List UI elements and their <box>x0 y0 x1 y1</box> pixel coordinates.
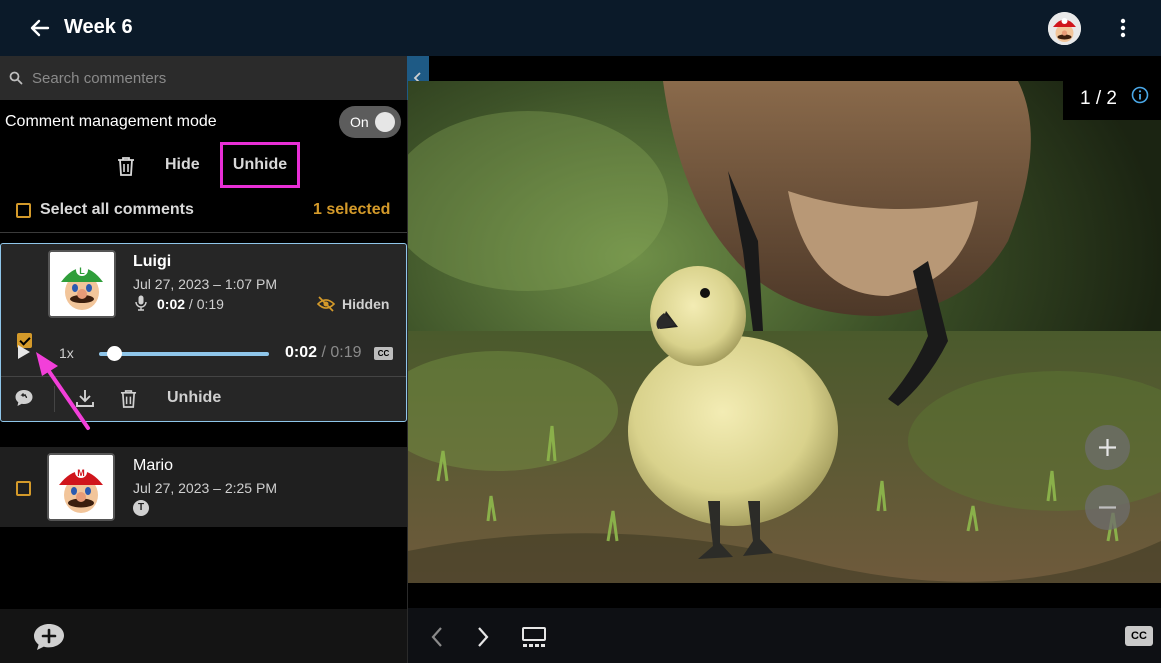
search-input[interactable] <box>32 64 392 92</box>
search-icon <box>9 71 23 85</box>
hide-button[interactable]: Hide <box>165 156 200 174</box>
comment-date: Jul 27, 2023 – 2:25 PM <box>133 480 277 496</box>
zoom-out-button[interactable] <box>1085 485 1130 530</box>
unhide-button[interactable]: Unhide <box>220 142 300 188</box>
player-time: 0:02 / 0:19 <box>285 344 362 361</box>
kebab-icon[interactable] <box>1114 16 1132 40</box>
card-divider <box>1 376 406 377</box>
panel-footer <box>0 609 407 663</box>
commenter-name: Luigi <box>133 253 172 270</box>
info-icon[interactable] <box>1131 86 1149 104</box>
unhide-comment-button[interactable]: Unhide <box>167 389 221 407</box>
comment-management-label: Comment management mode <box>5 113 217 130</box>
arrow-left-icon[interactable] <box>28 16 52 40</box>
photo-viewer-image[interactable] <box>408 81 1161 583</box>
divider <box>0 232 407 233</box>
play-icon[interactable] <box>16 344 32 360</box>
select-all-label[interactable]: Select all comments <box>40 201 194 219</box>
action-divider <box>54 386 55 412</box>
comment-date: Jul 27, 2023 – 1:07 PM <box>133 276 277 292</box>
filmstrip-icon[interactable] <box>521 626 547 648</box>
trash-icon[interactable] <box>117 156 135 176</box>
captions-button[interactable]: CC <box>1125 626 1153 646</box>
mario-avatar-icon: M <box>49 455 113 519</box>
page-indicator-text: 1 / 2 <box>1080 88 1117 109</box>
comment-card-mario[interactable]: M Mario Jul 27, 2023 – 2:25 PM T <box>0 447 407 527</box>
svg-text:M: M <box>77 468 85 478</box>
download-icon[interactable] <box>76 388 94 408</box>
search-bar <box>0 56 407 100</box>
comment-management-toggle[interactable]: On <box>339 106 401 138</box>
trash-icon[interactable] <box>120 389 137 408</box>
comment-card-luigi[interactable]: L Luigi Jul 27, 2023 – 1:07 PM 0:02 / 0:… <box>0 243 407 422</box>
avatar: M <box>47 453 115 521</box>
toggle-knob <box>375 112 395 132</box>
comment-checkbox[interactable] <box>16 481 31 496</box>
audio-progress-track[interactable] <box>99 352 269 356</box>
svg-text:L: L <box>79 266 85 276</box>
reply-icon[interactable] <box>14 388 34 408</box>
audio-duration: 0:02 / 0:19 <box>157 296 224 312</box>
luigi-avatar-icon: L <box>50 252 114 316</box>
zoom-in-button[interactable] <box>1085 425 1130 470</box>
eye-off-icon <box>317 296 335 312</box>
user-avatar[interactable] <box>1048 12 1081 45</box>
chevron-left-icon[interactable] <box>430 626 444 648</box>
microphone-icon <box>135 295 147 311</box>
avatar: L <box>48 250 116 318</box>
toggle-label: On <box>350 114 369 130</box>
status-badge: Hidden <box>342 296 390 312</box>
minus-icon <box>1099 506 1116 509</box>
comments-panel: Comment management mode On Hide Unhide S… <box>0 56 407 663</box>
playback-speed[interactable]: 1x <box>59 345 74 361</box>
selected-count: 1 selected <box>313 201 391 218</box>
commenter-name: Mario <box>133 457 174 474</box>
mario-avatar-icon <box>1048 12 1081 45</box>
page-title: Week 6 <box>64 16 133 38</box>
viewer-toolbar: CC <box>408 608 1161 663</box>
gosling-photo <box>408 81 1161 583</box>
plus-icon <box>1099 439 1116 456</box>
text-comment-badge: T <box>133 500 149 516</box>
chevron-right-icon[interactable] <box>476 626 490 648</box>
select-all-checkbox[interactable] <box>16 203 31 218</box>
top-bar: Week 6 <box>0 0 1161 56</box>
audio-progress-knob[interactable] <box>107 346 122 361</box>
unhide-button-label: Unhide <box>232 156 288 173</box>
captions-button[interactable]: CC <box>374 347 393 360</box>
add-comment-icon[interactable] <box>32 622 66 652</box>
